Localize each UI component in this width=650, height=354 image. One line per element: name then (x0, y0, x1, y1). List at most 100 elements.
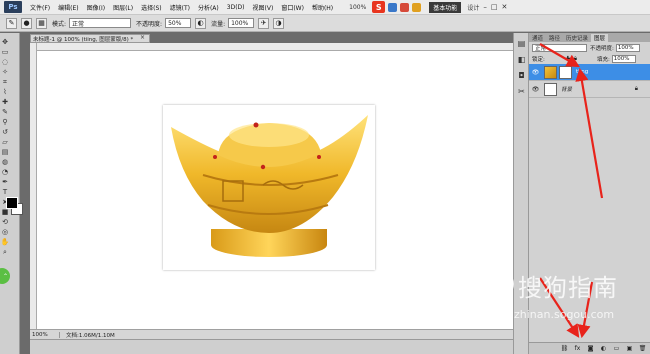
menu-help[interactable]: 帮助(H) (312, 3, 333, 12)
watermark: S 搜狗指南 zhinan.sogou.com (488, 268, 638, 332)
layer-opacity-value: 100% (617, 44, 634, 51)
opacity-label: 不透明度: (136, 20, 163, 28)
blend-row: 正常 不透明度: 100% (529, 42, 650, 53)
lock-label: 锁定: (532, 56, 545, 63)
layer-name: tiing (576, 69, 589, 75)
eyedropper-icon[interactable]: ⌇ (1, 88, 9, 96)
type-icon[interactable]: T (1, 188, 9, 196)
3d-rotate-icon[interactable]: ⟲ (1, 218, 9, 226)
hand-icon[interactable]: ✋ (1, 238, 10, 246)
history-brush-icon[interactable]: ↺ (1, 128, 9, 136)
layer-thumbnail (544, 82, 557, 96)
stamp-icon[interactable]: ⚲ (1, 118, 9, 126)
gold-ingot-illustration (171, 115, 368, 257)
sogou-logo[interactable]: S (372, 1, 386, 13)
pressure-opacity-icon[interactable]: ◐ (195, 17, 207, 29)
layer-mask-thumbnail[interactable] (559, 65, 572, 79)
mode-select[interactable]: 正常 (69, 18, 132, 28)
tray-icon[interactable] (412, 2, 422, 12)
close-button[interactable]: ✕ (501, 3, 507, 11)
lock-move-icon[interactable]: ✚ (565, 55, 571, 63)
tab-layers[interactable]: 图层 (591, 33, 609, 42)
opacity-input[interactable]: 50% (165, 18, 192, 28)
layer-opacity-label: 不透明度: (590, 45, 614, 52)
menu-select[interactable]: 选择(S) (141, 3, 162, 12)
zoom-level[interactable]: 100% (349, 4, 366, 11)
workspace-essentials-button[interactable]: 基本功能 (429, 1, 462, 13)
adjustments-panel-icon[interactable]: ◧ (516, 54, 527, 65)
menu-file[interactable]: 文件(F) (30, 3, 50, 12)
group-icon[interactable]: ▭ (612, 344, 621, 353)
move-icon[interactable]: ✥ (1, 38, 9, 46)
trash-icon[interactable]: 🗑︎ (638, 344, 647, 353)
new-layer-icon[interactable]: ▣ (625, 344, 634, 353)
layers-footer: ⛓ fx ◙ ◐ ▭ ▣ 🗑︎ (529, 342, 650, 354)
gradient-icon[interactable]: ▤ (1, 148, 9, 156)
mode-label: 模式: (52, 20, 67, 28)
zoom-icon[interactable]: ⌕ (1, 248, 9, 256)
crop-icon[interactable]: ⌗ (1, 78, 9, 86)
status-bar: 100% 文档:1.06M/1.10M (30, 329, 513, 339)
lock-all-icon[interactable]: 🔒︎ (574, 55, 577, 63)
tab-channels[interactable]: 通道 (529, 34, 546, 42)
menu-edit[interactable]: 编辑(E) (58, 3, 78, 12)
link-icon[interactable]: ⛓ (560, 344, 569, 353)
document-close-icon[interactable]: × (140, 34, 145, 41)
tab-paths[interactable]: 路径 (546, 34, 563, 42)
flow-value: 100% (231, 19, 249, 27)
blend-mode-select[interactable]: 正常 (532, 43, 587, 52)
masks-panel-icon[interactable]: ◘ (516, 70, 527, 81)
layer-opacity-input[interactable]: 100% (615, 43, 640, 52)
fx-icon[interactable]: fx (573, 344, 582, 353)
menu-3d[interactable]: 3D(D) (227, 4, 245, 11)
menu-layer[interactable]: 图层(L) (113, 3, 133, 12)
mask-icon[interactable]: ◙ (586, 344, 595, 353)
document-title: 未标题-1 @ 100% (tiing, 图层蒙版/8) * (33, 36, 134, 43)
menu-analysis[interactable]: 分析(A) (198, 3, 219, 12)
menu-view[interactable]: 视图(V) (253, 3, 274, 12)
blur-icon[interactable]: ◍ (1, 158, 9, 166)
menu-window[interactable]: 窗口(W) (281, 3, 304, 12)
tools-panel-icon[interactable]: ✂ (516, 86, 527, 97)
marquee-icon[interactable]: ▭ (1, 48, 9, 56)
3d-orbit-icon[interactable]: ◎ (1, 228, 9, 236)
status-zoom[interactable]: 100% (30, 331, 60, 338)
tray-icon[interactable] (388, 2, 398, 12)
fill-input[interactable]: 100% (611, 54, 636, 63)
ruler-horizontal[interactable] (30, 43, 513, 51)
brush-panel-icon[interactable]: ▦ (36, 17, 47, 29)
flow-input[interactable]: 100% (228, 18, 255, 28)
eraser-icon[interactable]: ▱ (1, 138, 9, 146)
layer-row-tiing[interactable]: 👁︎ tiing (529, 64, 650, 81)
foreground-color-swatch[interactable] (6, 197, 18, 209)
maximize-button[interactable]: □ (491, 3, 498, 11)
document-tab[interactable]: 未标题-1 @ 100% (tiing, 图层蒙版/8) * (30, 34, 150, 43)
workspace-design-button[interactable]: 设计 (467, 3, 479, 12)
tab-history[interactable]: 历史记录 (563, 34, 591, 42)
brush-tool-icon[interactable]: ✎ (1, 108, 9, 116)
brush-size-icon[interactable]: ● (21, 17, 32, 29)
shape-icon[interactable]: ■ (1, 208, 9, 216)
gold-ingot-image (163, 105, 375, 270)
layer-row-background[interactable]: 👁︎ 背景 🔒︎ (529, 81, 650, 98)
watermark-text: 搜狗指南 (518, 274, 618, 302)
eye-icon[interactable]: 👁︎ (531, 69, 540, 76)
airbrush-icon[interactable]: ✈ (258, 17, 270, 29)
magic-wand-icon[interactable]: ✧ (1, 68, 9, 76)
tray-icon[interactable] (400, 2, 410, 12)
brush-icon[interactable]: ✎ (6, 17, 17, 29)
menu-image[interactable]: 图像(I) (87, 3, 105, 12)
dodge-icon[interactable]: ◔ (1, 168, 9, 176)
ruler-vertical[interactable] (30, 43, 37, 329)
pressure-size-icon[interactable]: ◑ (273, 17, 285, 29)
pen-icon[interactable]: ✒ (1, 178, 9, 186)
healing-icon[interactable]: ✚ (1, 98, 9, 106)
minimize-button[interactable]: – (483, 3, 487, 11)
menu-filter[interactable]: 滤镜(T) (170, 3, 190, 12)
eye-icon[interactable]: 👁︎ (531, 86, 540, 93)
lasso-icon[interactable]: ◌ (1, 58, 9, 66)
history-panel-icon[interactable]: ▤ (516, 38, 527, 49)
status-doc-info: 文档:1.06M/1.10M (66, 332, 115, 339)
adjustment-icon[interactable]: ◐ (599, 344, 608, 353)
animation-bar (30, 339, 513, 354)
